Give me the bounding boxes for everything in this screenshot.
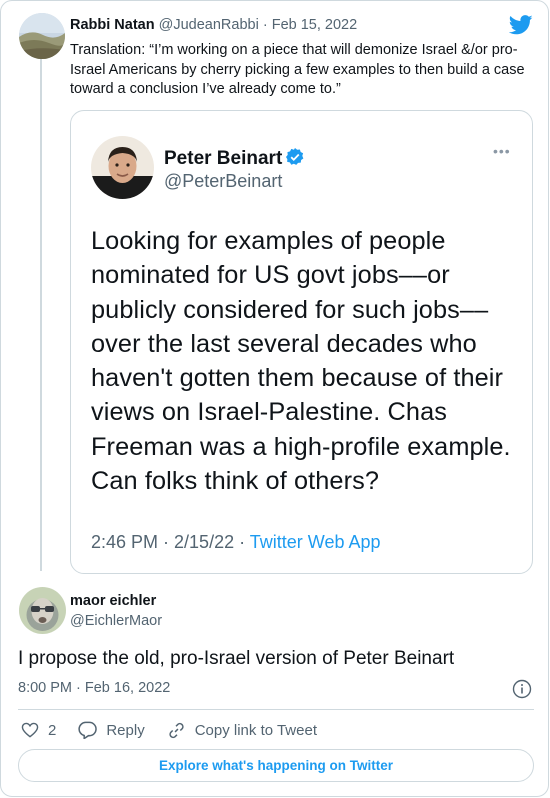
quoted-tweet-source[interactable]: Twitter Web App — [250, 532, 381, 552]
quoted-tweet-timestamp[interactable]: 2:46 PM · 2/15/22 · — [91, 532, 250, 552]
tweet-actions-bar: 2 Reply Copy link to Tweet — [21, 719, 339, 741]
avatar-rabbi-natan[interactable] — [19, 13, 65, 59]
reply-author-name[interactable]: maor eichler — [70, 593, 156, 609]
twitter-bird-icon[interactable] — [508, 15, 533, 40]
parent-tweet-header: Rabbi Natan @JudeanRabbi · Feb 15, 2022 — [70, 17, 357, 33]
quoted-tweet-card[interactable]: Peter Beinart @PeterBeinart ••• Looking … — [70, 110, 533, 574]
quoted-author-name-text: Peter Beinart — [164, 148, 283, 169]
parent-separator: · — [262, 17, 268, 33]
quoted-author-handle[interactable]: @PeterBeinart — [164, 171, 282, 192]
reply-tweet-text: I propose the old, pro-Israel version of… — [18, 648, 455, 669]
tweet-embed-card: Rabbi Natan @JudeanRabbi · Feb 15, 2022 … — [0, 0, 549, 797]
thread-connector-line — [40, 59, 42, 571]
reply-label: Reply — [106, 721, 145, 739]
like-button[interactable]: 2 — [21, 722, 56, 739]
reply-button[interactable]: Reply — [78, 721, 145, 739]
info-icon[interactable] — [512, 679, 532, 704]
actions-divider — [18, 709, 534, 710]
quoted-tweet-meta: 2:46 PM · 2/15/22 · Twitter Web App — [91, 532, 381, 553]
reply-tweet-timestamp[interactable]: 8:00 PM · Feb 16, 2022 — [18, 680, 170, 696]
avatar-maor-eichler[interactable] — [19, 587, 66, 634]
like-count: 2 — [48, 721, 57, 739]
verified-badge-icon — [286, 148, 304, 172]
explore-twitter-button[interactable]: Explore what's happening on Twitter — [18, 749, 534, 782]
parent-author-handle[interactable]: @JudeanRabbi — [159, 17, 259, 33]
avatar-peter-beinart[interactable] — [91, 136, 154, 199]
speech-bubble-icon — [78, 721, 98, 739]
heart-icon — [21, 722, 39, 738]
reply-author-handle[interactable]: @EichlerMaor — [70, 613, 162, 629]
copy-link-label: Copy link to Tweet — [194, 721, 317, 739]
copy-link-button[interactable]: Copy link to Tweet — [167, 721, 317, 740]
more-options-icon[interactable]: ••• — [493, 143, 511, 159]
quoted-tweet-text: Looking for examples of people nominated… — [91, 227, 511, 496]
parent-tweet-text: Translation: “I’m working on a piece tha… — [70, 42, 525, 97]
link-icon — [169, 722, 184, 738]
parent-tweet-date[interactable]: Feb 15, 2022 — [272, 17, 357, 33]
parent-author-name[interactable]: Rabbi Natan — [70, 17, 155, 33]
quoted-author-name[interactable]: Peter Beinart — [164, 148, 304, 172]
